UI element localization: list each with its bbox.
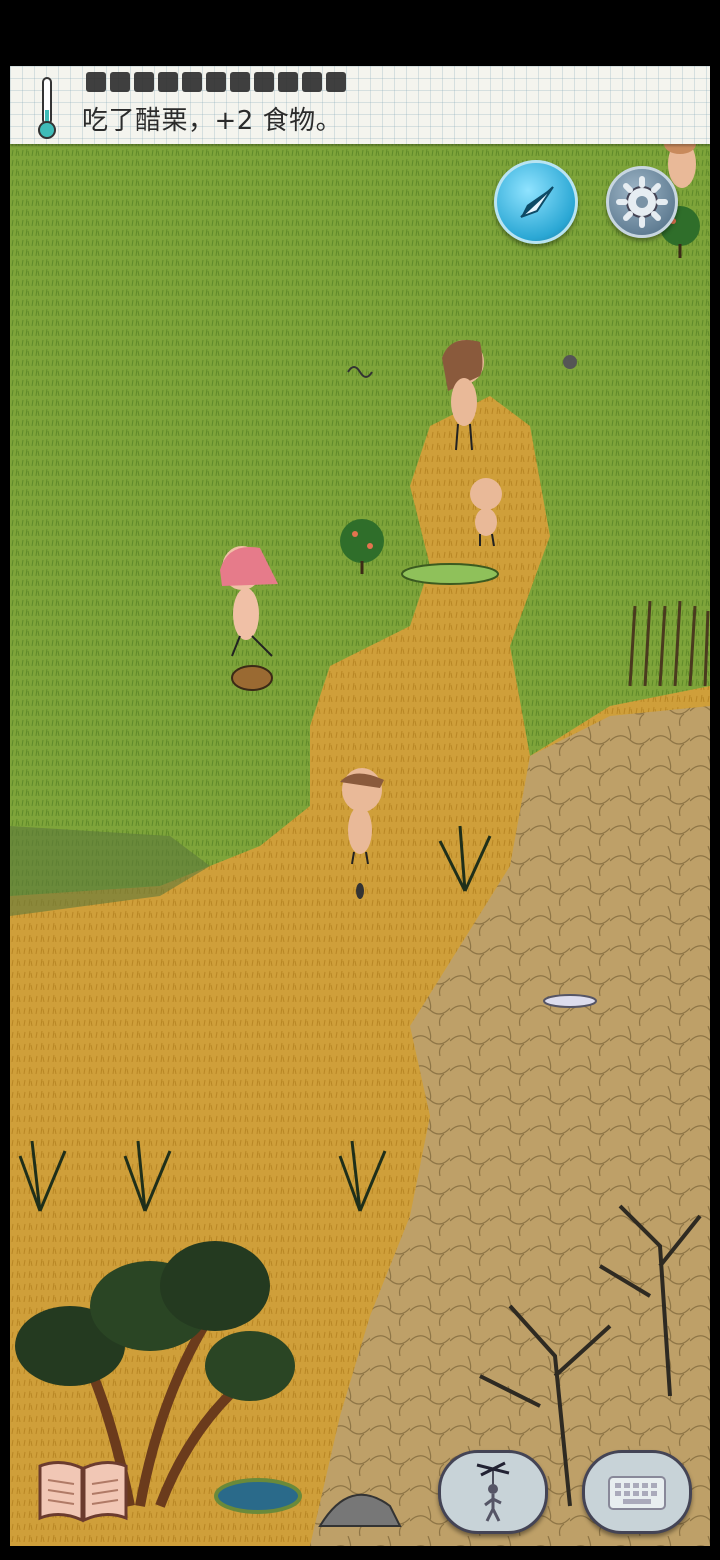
food-pip — [278, 72, 298, 92]
gear-icon — [616, 176, 668, 228]
game-world[interactable] — [10, 66, 710, 1546]
keyboard-icon — [608, 1476, 666, 1510]
basket[interactable] — [231, 665, 273, 691]
food-pip — [254, 72, 274, 92]
food-pip — [302, 72, 322, 92]
terrain-layer — [10, 66, 710, 1546]
status-bar: 吃了醋栗，+2 食物。 — [10, 66, 710, 144]
leafy-plants[interactable] — [401, 563, 499, 585]
food-meter — [86, 72, 346, 92]
keyboard-chat-button[interactable] — [582, 1450, 692, 1534]
food-pip — [86, 72, 106, 92]
tech-book-button[interactable] — [36, 1456, 130, 1526]
food-pip — [206, 72, 226, 92]
food-pip — [326, 72, 346, 92]
food-pip — [158, 72, 178, 92]
game-screen: 吃了醋栗，+2 食物。 — [0, 0, 720, 1560]
compass-icon — [520, 186, 554, 218]
book-icon — [38, 1461, 128, 1523]
food-pip — [182, 72, 202, 92]
thermometer-icon[interactable] — [32, 74, 62, 140]
puppet-emote-button[interactable] — [438, 1450, 548, 1534]
food-pip — [230, 72, 250, 92]
food-pip — [110, 72, 130, 92]
compass-button[interactable] — [494, 160, 578, 244]
puppet-icon — [476, 1461, 510, 1522]
status-message: 吃了醋栗，+2 食物。 — [82, 106, 343, 136]
pond[interactable] — [214, 1478, 302, 1514]
food-pip — [134, 72, 154, 92]
settings-button[interactable] — [606, 166, 678, 238]
